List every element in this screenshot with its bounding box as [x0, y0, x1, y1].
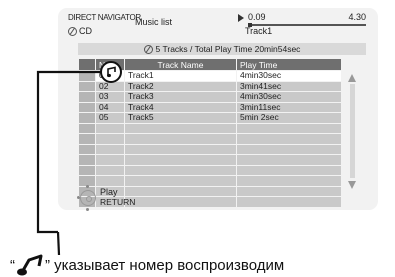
- callout-connector: [36, 70, 102, 256]
- music-note-icon: [17, 254, 43, 276]
- legend-caption: “ ” указывает номер воспроизводим: [10, 250, 284, 276]
